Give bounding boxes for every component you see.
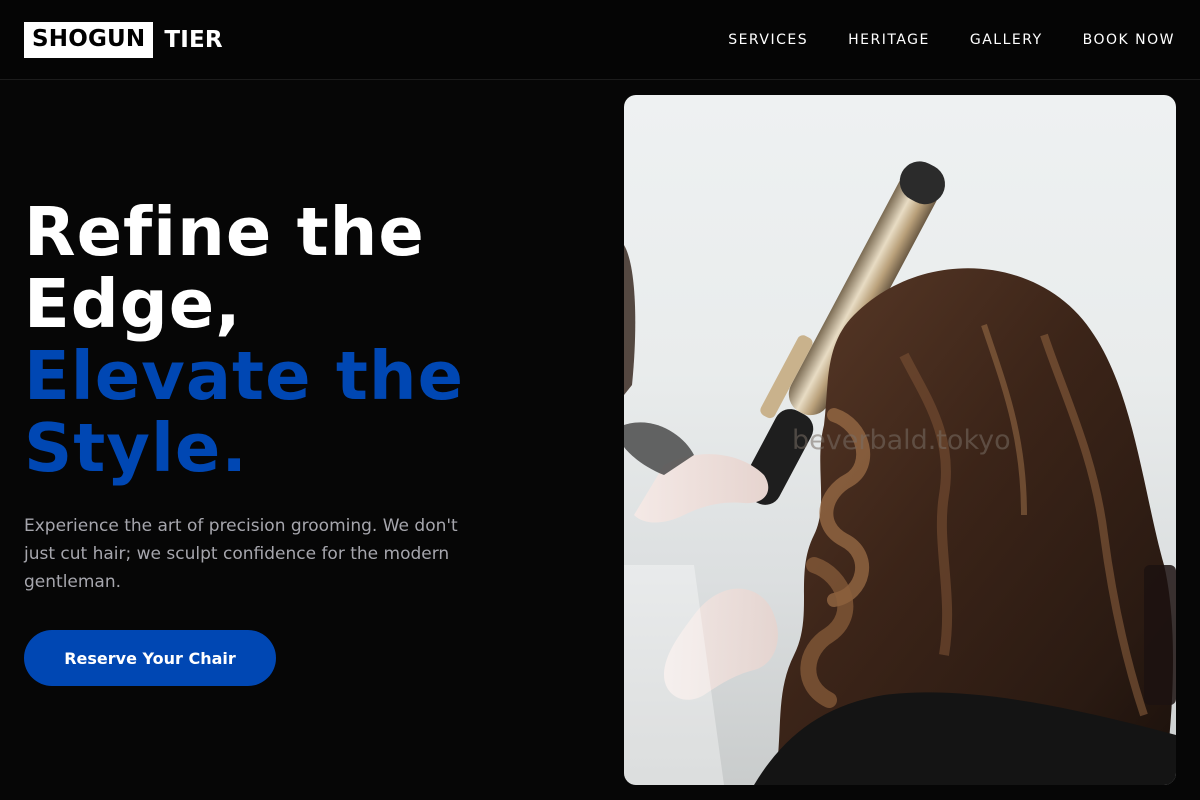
headline-line-1: Refine the	[24, 193, 425, 271]
nav-link-book-now[interactable]: BOOK NOW	[1083, 32, 1175, 48]
nav-link-gallery[interactable]: GALLERY	[970, 32, 1043, 48]
nav-link-heritage[interactable]: HERITAGE	[848, 32, 930, 48]
page: SHOGUN TIER SERVICES HERITAGE GALLERY BO…	[0, 0, 1200, 800]
reserve-chair-button[interactable]: Reserve Your Chair	[24, 630, 276, 686]
logo-wordmark-rest: TIER	[164, 26, 223, 53]
brand-logo[interactable]: SHOGUN TIER	[24, 21, 223, 58]
hero-description: Experience the art of precision grooming…	[24, 516, 458, 592]
hero-text: Refine the Edge, Elevate the Style. Expe…	[24, 196, 564, 686]
site-header: SHOGUN TIER SERVICES HERITAGE GALLERY BO…	[0, 0, 1200, 80]
headline-line-4: Style.	[24, 409, 248, 487]
nav-link-services[interactable]: SERVICES	[728, 32, 808, 48]
main-nav: SERVICES HERITAGE GALLERY BOOK NOW	[728, 32, 1175, 48]
hero-photo: beverbald.tokyo	[624, 95, 1176, 785]
hero-headline: Refine the Edge, Elevate the Style.	[24, 196, 564, 484]
photo-watermark: beverbald.tokyo	[792, 425, 1011, 456]
headline-line-3: Elevate the	[24, 337, 465, 415]
logo-wordmark-box: SHOGUN	[24, 21, 154, 58]
headline-line-2: Edge,	[24, 265, 242, 343]
